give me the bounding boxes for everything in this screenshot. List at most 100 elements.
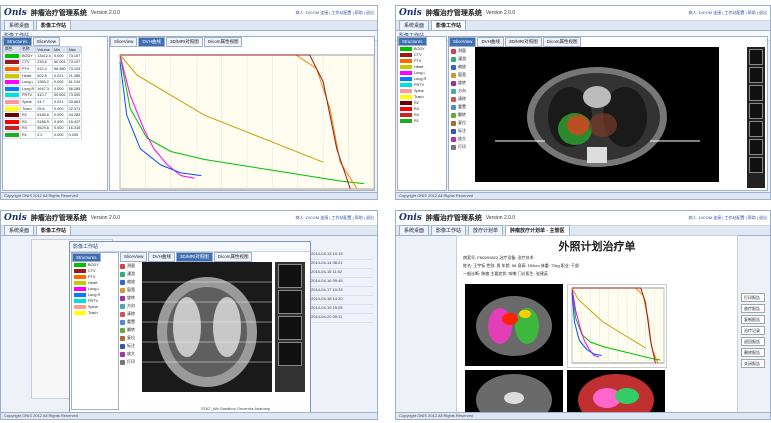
roi-row[interactable]: R1 2.2 0.000 0.000 — [3, 131, 83, 139]
tool-button[interactable]: 漫游 — [451, 55, 473, 63]
thumbnail[interactable] — [749, 85, 763, 101]
study-list-item[interactable]: 2014-04-16 09:45 — [311, 278, 373, 287]
thumbnail[interactable] — [749, 157, 763, 173]
tab-slice-view[interactable]: SliceView — [449, 37, 477, 47]
tab-dicom[interactable]: Dicom属性视图 — [203, 37, 243, 47]
tool-button[interactable]: 重置 — [120, 318, 140, 326]
roi-row[interactable]: Heart 602.5 0.021 21.386 — [3, 71, 83, 80]
tool-button[interactable]: 复位 — [120, 334, 140, 342]
thumbnail[interactable] — [278, 342, 302, 366]
tool-button[interactable]: 翻转 — [120, 326, 140, 334]
tool-button[interactable]: 标注 — [451, 127, 473, 135]
thumbnail[interactable] — [278, 316, 302, 340]
study-list-item[interactable]: 2014-04-13 10:15 — [311, 251, 373, 260]
user-links[interactable]: 病人: DICOM 连接 | 工作站配置 | 帮助 | 退出 — [296, 215, 374, 221]
tool-button[interactable]: 放大 — [120, 350, 140, 358]
report-action-button[interactable]: 打印报告 — [741, 293, 765, 302]
tool-button[interactable]: 窗宽 — [120, 286, 140, 294]
user-links[interactable]: 病人: DICOM 连接 | 工作站配置 | 帮助 | 退出 — [689, 215, 767, 221]
tool-button[interactable]: 打印 — [451, 143, 473, 151]
study-list-item[interactable]: 2014-04-17 10:33 — [311, 287, 373, 296]
roi-row[interactable]: PTV 512.4 56.980 73.103 — [3, 65, 83, 73]
tab-structures[interactable]: Structures — [72, 253, 101, 262]
tab-dicom[interactable]: Dicom属性视图 — [213, 252, 253, 262]
3d-render-image[interactable] — [142, 262, 272, 392]
roi-row[interactable]: R3 5186.9 0.000 16.427 — [3, 117, 83, 126]
user-links[interactable]: 病人: DICOM 连接 | 工作站配置 | 帮助 | 退出 — [296, 10, 374, 16]
tab-plan-report[interactable]: 肿瘤放疗计划单 - 主管医 — [505, 225, 570, 235]
study-list-item[interactable]: 2014-04-14 08:21 — [311, 260, 373, 269]
tool-button[interactable]: 测量 — [451, 47, 473, 55]
study-list-item[interactable]: 2014-04-18 14:20 — [311, 296, 373, 305]
tab-3d[interactable]: 3D/MRI对照图 — [175, 252, 213, 262]
tab-workbench[interactable]: 影像工作站 — [431, 20, 467, 30]
study-list-item[interactable]: 2014-04-15 11:02 — [311, 269, 373, 278]
tab-dicom[interactable]: Dicom属性视图 — [542, 37, 582, 47]
tool-button[interactable]: 测量 — [120, 262, 140, 270]
tool-button[interactable]: 缩放 — [451, 63, 473, 71]
thumbnail[interactable] — [278, 264, 302, 288]
tool-button[interactable]: 翻转 — [451, 111, 473, 119]
tool-button[interactable]: 窗宽 — [451, 71, 473, 79]
thumbnail[interactable] — [749, 103, 763, 119]
study-list-item[interactable]: 2014-04-19 15:05 — [311, 305, 373, 314]
study-list-item[interactable]: 2014-04-20 09:11 — [311, 314, 373, 323]
roi-row[interactable]: PRTV 410.7 50.502 73.000 — [3, 91, 83, 100]
tab-home[interactable]: 系统桌面 — [399, 225, 430, 235]
tab-slice[interactable]: SliceView — [32, 37, 60, 46]
roi-row[interactable]: Trach 25.6 0.000 22.371 — [3, 104, 83, 113]
tab-workbench[interactable]: 影像工作站 — [431, 225, 467, 235]
roi-row[interactable]: Lung R 1647.3 0.000 58.285 — [3, 84, 83, 93]
report-action-button[interactable]: 删除报告 — [741, 348, 765, 357]
ct-image[interactable] — [475, 47, 719, 182]
tool-button[interactable]: 放大 — [451, 135, 473, 143]
tool-button[interactable]: 打印 — [120, 358, 140, 366]
tab-structures[interactable]: Structures — [398, 37, 427, 46]
tab-3d[interactable]: 3D/MRI对照图 — [504, 37, 542, 47]
tool-button[interactable]: 复位 — [451, 119, 473, 127]
roi-row[interactable]: Lung L 1365.2 0.000 61.104 — [3, 78, 83, 86]
report-action-button[interactable]: 治疗记录 — [741, 326, 765, 335]
tool-button[interactable]: 标注 — [120, 342, 140, 350]
tab-dvh[interactable]: DVH曲线 — [148, 252, 175, 262]
tool-button[interactable]: 旋转 — [451, 79, 473, 87]
tool-button[interactable]: 旋转 — [120, 294, 140, 302]
thumbnail[interactable] — [749, 121, 763, 137]
tab-3d[interactable]: 3D/MRI对照图 — [165, 37, 203, 47]
roi-row[interactable]: R1 — [398, 118, 446, 124]
tab-slice-view[interactable]: SliceView — [110, 37, 138, 47]
roi-row[interactable]: Trach — [72, 310, 118, 316]
roi-row[interactable]: R4 5529.6 0.000 16.315 — [3, 124, 83, 133]
tab-dvh[interactable]: DVH曲线 — [477, 37, 504, 47]
tool-button[interactable]: 重置 — [451, 103, 473, 111]
tab-structures[interactable]: Structures — [3, 37, 32, 46]
tab-plan[interactable]: 放疗计划单 — [468, 225, 504, 235]
tool-button[interactable]: 缩放 — [120, 278, 140, 286]
tool-icon — [120, 319, 125, 325]
roi-row[interactable]: R2 5185.6 0.000 44.283 — [3, 111, 83, 119]
roi-row[interactable]: BODY 13412.0 0.000 73.107 — [3, 52, 83, 60]
user-links[interactable]: 病人: DICOM 连接 | 工作站配置 | 帮助 | 退出 — [689, 10, 767, 16]
thumbnail[interactable] — [749, 67, 763, 83]
tab-home[interactable]: 系统桌面 — [399, 20, 430, 30]
roi-row[interactable]: Spine 24.7 0.021 33.663 — [3, 98, 83, 106]
tool-button[interactable]: 清除 — [451, 95, 473, 103]
tool-button[interactable]: 漫游 — [120, 270, 140, 278]
tool-button[interactable]: 清除 — [120, 310, 140, 318]
tab-workbench[interactable]: 影像工作站 — [36, 225, 72, 235]
thumbnail[interactable] — [278, 290, 302, 314]
report-action-button[interactable]: 复制报告 — [741, 315, 765, 324]
tab-workbench[interactable]: 影像工作站 — [36, 20, 72, 30]
thumbnail[interactable] — [749, 139, 763, 155]
roi-row[interactable]: CTV 239.6 60.001 73.107 — [3, 58, 83, 67]
tab-slice-view[interactable]: SliceView — [120, 252, 148, 262]
tab-home[interactable]: 系统桌面 — [4, 225, 35, 235]
tab-home[interactable]: 系统桌面 — [4, 20, 35, 30]
report-action-button[interactable]: 放疗报告 — [741, 304, 765, 313]
thumbnail[interactable] — [749, 49, 763, 65]
report-action-button[interactable]: 退回报告 — [741, 337, 765, 346]
report-action-button[interactable]: 关闭报告 — [741, 359, 765, 368]
tool-button[interactable]: 方向 — [120, 302, 140, 310]
tool-button[interactable]: 方向 — [451, 87, 473, 95]
tab-dvh[interactable]: DVH曲线 — [138, 37, 165, 47]
